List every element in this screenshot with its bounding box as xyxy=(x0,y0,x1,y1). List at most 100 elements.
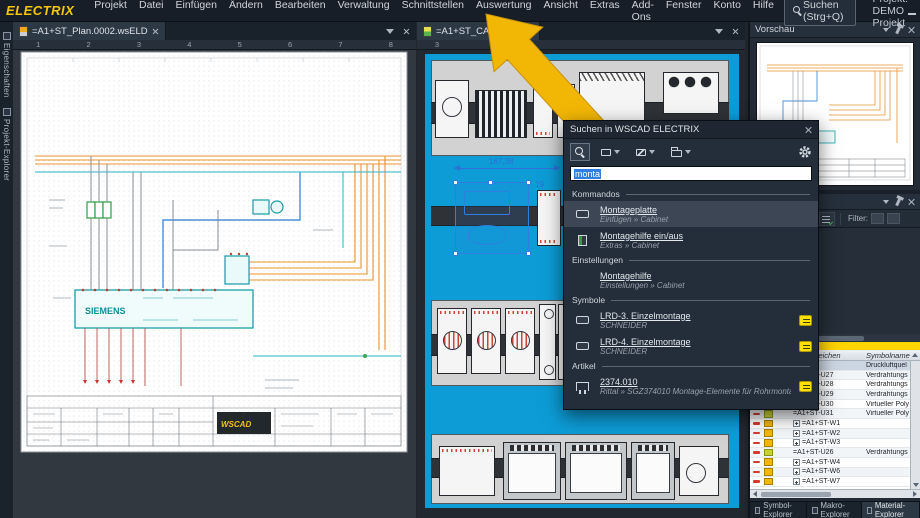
menu-item-Konto[interactable]: Konto xyxy=(707,0,746,26)
menu-item-Bearbeiten[interactable]: Bearbeiten xyxy=(269,0,332,26)
cabinet-device-gauges[interactable] xyxy=(663,72,719,114)
cabinet-device-narrow[interactable] xyxy=(533,72,553,138)
menu-item-Fenster[interactable]: Fenster xyxy=(660,0,708,26)
contactor[interactable] xyxy=(505,308,535,374)
search-scope-projects-button[interactable] xyxy=(666,143,696,161)
scroll-left-icon[interactable] xyxy=(753,491,757,497)
table-row[interactable]: =A1+ST-U31Virtueller Poly xyxy=(750,409,910,419)
close-icon[interactable] xyxy=(908,198,915,205)
table-row[interactable]: =A1+ST-W2 xyxy=(750,429,910,439)
panel-close-icon[interactable] xyxy=(732,28,739,35)
ref-text: =A1+ST-W2 xyxy=(802,430,840,437)
cabinet-device[interactable] xyxy=(439,446,495,496)
cabinet-device-gray[interactable] xyxy=(631,442,675,500)
clamp-icon xyxy=(572,382,592,391)
expand-icon[interactable] xyxy=(793,459,800,466)
result-title: Montagehilfe ein/aus xyxy=(600,231,812,241)
tab-close-icon[interactable] xyxy=(526,28,533,35)
color-chip xyxy=(764,429,773,437)
tab-Material-Explorer[interactable]: Material-Explorer xyxy=(862,502,920,518)
color-cell xyxy=(762,420,775,428)
scroll-up-icon[interactable] xyxy=(912,353,918,357)
sidebar-tab-Projekt-Explorer[interactable]: Projekt-Explorer xyxy=(0,108,13,181)
tab-close-icon[interactable] xyxy=(152,28,159,35)
menu-item-Auswertung[interactable]: Auswertung xyxy=(470,0,537,26)
search-result-item[interactable]: MontageplatteEinfügen » Cabinet xyxy=(564,201,818,227)
table-row[interactable]: =A1+ST-W6 xyxy=(750,468,910,478)
tab-Makro-Explorer[interactable]: Makro-Explorer xyxy=(807,502,861,518)
macro-icon xyxy=(636,149,646,156)
panel-close-icon[interactable] xyxy=(403,28,410,35)
column-header-symbol[interactable]: Symbolname xyxy=(866,351,910,360)
close-icon[interactable] xyxy=(805,126,812,133)
filter-option-button[interactable] xyxy=(871,213,884,224)
tab-Symbol-Explorer[interactable]: Symbol-Explorer xyxy=(750,502,807,518)
minus-icon xyxy=(753,442,760,445)
table-row[interactable]: =A1+ST-W7 xyxy=(750,477,910,487)
yellow-badge-icon xyxy=(799,381,812,392)
cabinet-device-gray[interactable] xyxy=(503,442,561,500)
filter-all-icon[interactable] xyxy=(819,212,835,226)
circuit-breaker[interactable] xyxy=(539,304,556,380)
menu-item-Datei[interactable]: Datei xyxy=(133,0,170,26)
tab-list-chevron-icon[interactable] xyxy=(386,29,394,34)
cabinet-device-narrow[interactable] xyxy=(537,190,561,246)
chevron-down-icon xyxy=(649,150,655,154)
search-scope-all-button[interactable] xyxy=(570,143,590,161)
search-popup-header[interactable]: Suchen in WSCAD ELECTRIX xyxy=(564,121,818,139)
contactor[interactable] xyxy=(437,308,467,374)
pin-icon[interactable] xyxy=(895,197,902,206)
menu-item-Extras[interactable]: Extras xyxy=(584,0,626,26)
close-icon[interactable] xyxy=(908,26,915,33)
tab-list-chevron-icon[interactable] xyxy=(715,29,723,34)
table-row[interactable]: =A1+ST-W4 xyxy=(750,458,910,468)
cabinet-device-round[interactable] xyxy=(679,446,719,496)
cabinet-device-gray[interactable] xyxy=(565,442,627,500)
ref-cell: =A1+ST-U26 xyxy=(793,449,866,456)
contactor[interactable] xyxy=(471,308,501,374)
menu-item-Ansicht[interactable]: Ansicht xyxy=(537,0,583,26)
table-row[interactable]: =A1+ST-W3 xyxy=(750,439,910,449)
search-result-item[interactable]: 2374.010Rittal » SGZ374010 Montage-Eleme… xyxy=(564,373,818,399)
menu-item-Projekt[interactable]: Projekt xyxy=(88,0,133,26)
vertical-scrollbar[interactable] xyxy=(910,361,920,489)
menu-item-Hilfe[interactable]: Hilfe xyxy=(747,0,780,26)
search-result-item[interactable]: MontagehilfeEinstellungen » Cabinet xyxy=(564,267,818,293)
sidebar-tab-Eigenschaften[interactable]: Eigenschaften xyxy=(0,32,13,98)
cabinet-device-round[interactable] xyxy=(435,80,469,138)
scroll-right-icon[interactable] xyxy=(913,491,917,497)
schematic-canvas[interactable]: SIEMENS xyxy=(13,50,416,518)
terminal-block[interactable] xyxy=(475,90,527,138)
menu-item-Add-Ons[interactable]: Add-Ons xyxy=(626,0,660,26)
global-search-button[interactable]: Suchen (Strg+Q) xyxy=(784,0,857,26)
search-result-item[interactable]: LRD-3. EinzelmontageSCHNEIDER xyxy=(564,307,818,333)
scroll-down-icon[interactable] xyxy=(913,483,919,487)
search-result-item[interactable]: LRD-4. EinzelmontageSCHNEIDER xyxy=(564,333,818,359)
table-row[interactable]: =A1+ST-W1 xyxy=(750,419,910,429)
expand-icon[interactable] xyxy=(793,420,800,427)
chevron-down-icon[interactable] xyxy=(883,200,889,204)
expand-icon[interactable] xyxy=(793,478,800,485)
search-scope-symbols-button[interactable] xyxy=(596,143,625,161)
search-input[interactable]: monta xyxy=(570,166,812,181)
menu-item-Ändern[interactable]: Ändern xyxy=(223,0,269,26)
table-horizontal-scrollbar[interactable] xyxy=(750,489,920,498)
search-result-item[interactable]: Montagehilfe ein/ausExtras » Cabinet xyxy=(564,227,818,253)
color-chip xyxy=(764,449,773,457)
filter-option-button[interactable] xyxy=(887,213,900,224)
search-scope-macros-button[interactable] xyxy=(631,143,660,161)
gear-icon[interactable] xyxy=(798,145,812,159)
table-row[interactable]: =A1+ST-U26Verdrahtungs xyxy=(750,448,910,458)
expand-icon[interactable] xyxy=(793,468,800,475)
cabinet-device-panel[interactable] xyxy=(579,72,645,122)
selected-component[interactable] xyxy=(455,182,529,254)
minimize-icon[interactable] xyxy=(908,7,916,15)
ruler-tick: 3 xyxy=(417,40,457,49)
door-icon xyxy=(578,235,587,246)
expand-icon[interactable] xyxy=(793,430,800,437)
expand-icon[interactable] xyxy=(793,439,800,446)
section-divider xyxy=(611,300,810,301)
menu-item-Einfügen[interactable]: Einfügen xyxy=(170,0,223,26)
menu-item-Verwaltung[interactable]: Verwaltung xyxy=(332,0,396,26)
menu-item-Schnittstellen[interactable]: Schnittstellen xyxy=(396,0,470,26)
